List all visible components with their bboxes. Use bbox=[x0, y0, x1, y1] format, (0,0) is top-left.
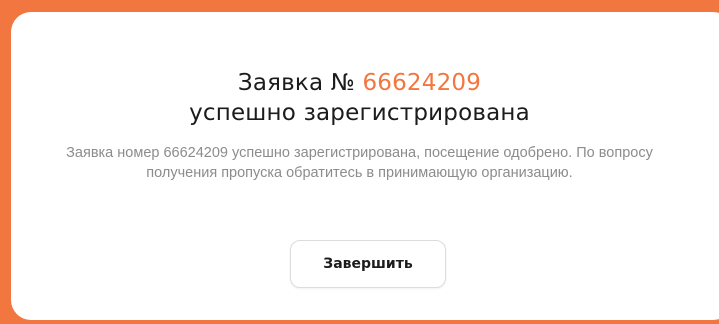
success-message: Заявка номер 66624209 успешно зарегистри… bbox=[66, 145, 653, 181]
title-prefix: Заявка № bbox=[237, 70, 363, 96]
title-suffix: успешно зарегистрирована bbox=[189, 100, 530, 126]
dialog-title: Заявка № 66624209 успешно зарегистрирова… bbox=[11, 68, 708, 128]
finish-button[interactable]: Завершить bbox=[290, 240, 446, 288]
success-dialog: Заявка № 66624209 успешно зарегистрирова… bbox=[11, 12, 719, 320]
application-number: 66624209 bbox=[362, 70, 482, 96]
